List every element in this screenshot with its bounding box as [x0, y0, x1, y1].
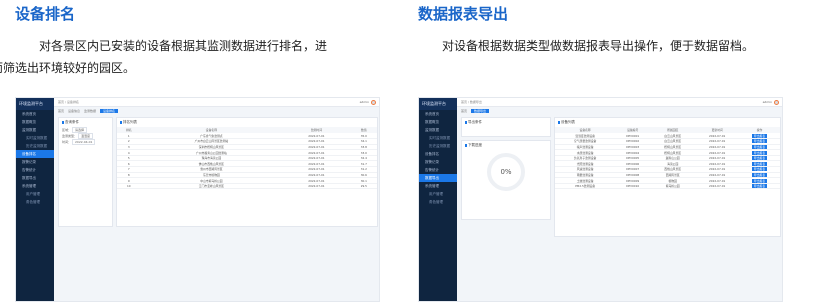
avatar[interactable] [371, 100, 376, 105]
export-report-button[interactable]: 导出报表 [751, 167, 768, 172]
sidebar-item[interactable]: 角色管理 [16, 198, 54, 206]
filter-title: 查询条件 [65, 120, 79, 124]
filter-card: 查询条件 区域： 请选择 监测类型： 温湿度 时间： 2022-04-01 [58, 117, 113, 227]
table-cell: DEV0010 [615, 183, 651, 190]
export-filter-card: 导出条件 [461, 117, 551, 137]
sidebar-item[interactable]: 系统管理 [16, 182, 54, 190]
export-screenshot: 环境监测平台 系统首页 数据概览 监测数据 实时监测数据 历史监测数据 设备排名 报警记录告… [418, 97, 783, 302]
tab[interactable]: 数据导出 [471, 109, 490, 113]
sidebar-item[interactable]: 设备排名 [16, 150, 54, 158]
export-report-button[interactable]: 导出报表 [751, 144, 768, 149]
table-cell: 2022-07-01 [282, 183, 351, 190]
tab[interactable]: 首页 [58, 109, 64, 113]
sidebar-item[interactable]: 系统管理 [419, 182, 457, 190]
ranking-table: 排名 设备名称 监测时间 数值 1 广东省气象监测点 2022-07-01 35.0 2 广州市… [117, 127, 377, 190]
table-cell: 导出报表 [739, 183, 780, 190]
app-logo: 环境监测平台 [419, 98, 457, 110]
export-report-button[interactable]: 导出报表 [751, 150, 768, 155]
tab[interactable]: 监测数据 [84, 109, 96, 113]
sidebar-item[interactable]: 数据概览 [419, 118, 457, 126]
sidebar-item[interactable]: 监测数据 [16, 126, 54, 134]
progress-title: 下载进度 [468, 143, 482, 147]
sidebar-item[interactable]: 监测数据 [419, 126, 457, 134]
sidebar: 环境监测平台 系统首页 数据概览 监测数据 实时监测数据 历史监测数据 设备排名 报警记录告… [419, 98, 457, 301]
sidebar-item[interactable]: 实时监测数据 [16, 134, 54, 142]
table-title: 排名列表 [123, 120, 137, 124]
export-report-button[interactable]: 导出报表 [751, 184, 768, 189]
sidebar-item[interactable]: 报警记录 [16, 158, 54, 166]
sidebar: 环境监测平台 系统首页 数据概览 监测数据 实时监测数据 历史监测数据 设备排名 报警记录告… [16, 98, 54, 301]
sidebar-item[interactable]: 告警统计 [419, 166, 457, 174]
sidebar-item[interactable]: 历史监测数据 [419, 142, 457, 150]
tab-bar: 首页 数据导出 [457, 108, 782, 115]
sidebar-item[interactable]: 设备排名 [419, 150, 457, 158]
top-bar: 首页 / 数据导出 admin [457, 98, 782, 107]
filter-row: 时间： 2022-04-01 [59, 139, 112, 145]
table-cell: 江门市圭峰山风景区 [140, 183, 283, 190]
export-report-button[interactable]: 导出报表 [751, 172, 768, 177]
table-cell: 紫马岭公园 [650, 183, 696, 190]
progress-ring: 0% [487, 153, 525, 191]
sidebar-item[interactable]: 报警记录 [419, 158, 457, 166]
table-cell: PM2.5监测设备 [555, 183, 616, 190]
tab[interactable]: 设备排名 [100, 109, 119, 113]
table-cell: 2022-07-01 [695, 183, 740, 190]
device-table: 设备名称 设备编号 所属园区 更新时间 操作 温湿度监测设备 DEV0001 白云山风景区 2… [555, 127, 780, 190]
table-row: 10 江门市圭峰山风景区 2022-07-01 29.5 [117, 183, 377, 190]
tab[interactable]: 首页 [461, 109, 467, 113]
export-report-button[interactable]: 导出报表 [751, 139, 768, 144]
export-report-button[interactable]: 导出报表 [751, 161, 768, 166]
user-name[interactable]: admin [360, 98, 369, 107]
ranking-screenshot: 环境监测平台 系统首页 数据概览 监测数据 实时监测数据 历史监测数据 设备排名 报警记录告… [15, 97, 380, 302]
sidebar-item[interactable]: 用户管理 [16, 190, 54, 198]
table-title: 设备列表 [561, 120, 575, 124]
table-row: PM2.5监测设备 DEV0010 紫马岭公园 2022-07-01 导出报表 [555, 183, 780, 190]
filter-label: 时间： [62, 140, 72, 144]
sidebar-item[interactable]: 系统首页 [16, 110, 54, 118]
section-title-ranking: 设备排名 [15, 5, 76, 23]
table-cell: 10 [117, 183, 141, 190]
table-cell: 29.5 [350, 183, 377, 190]
section-desc-ranking: 对各景区内已安装的设备根据其监测数据进行排名，进 而筛选出环境较好的园区。 [0, 39, 328, 75]
breadcrumb: 首页 / 数据导出 [461, 100, 482, 104]
filter-input[interactable]: 2022-04-01 [72, 139, 96, 145]
sidebar-item[interactable]: 数据导出 [16, 174, 54, 182]
sidebar-item[interactable]: 实时监测数据 [419, 134, 457, 142]
filter-label: 区域： [62, 128, 72, 132]
filter-title: 导出条件 [468, 120, 482, 124]
sidebar-item[interactable]: 告警统计 [16, 166, 54, 174]
tab[interactable]: 设备信息 [68, 109, 80, 113]
tab-bar: 首页 设备信息 监测数据 设备排名 [54, 108, 379, 115]
top-bar: 首页 / 设备排名 admin [54, 98, 379, 107]
avatar[interactable] [774, 100, 779, 105]
sidebar-item[interactable]: 数据导出 [419, 174, 457, 182]
progress-card: 下载进度 0% [461, 140, 551, 220]
breadcrumb: 首页 / 设备排名 [58, 100, 79, 104]
section-title-export: 数据报表导出 [418, 5, 509, 23]
sidebar-item[interactable]: 用户管理 [419, 190, 457, 198]
ranking-table-card: 排名列表 排名 设备名称 监测时间 数值 1 广东省气象监测点 2022-07-01 35.… [116, 117, 378, 227]
sidebar-item[interactable]: 系统首页 [419, 110, 457, 118]
user-name[interactable]: admin [763, 98, 772, 107]
filter-label: 监测类型： [62, 134, 78, 138]
device-table-card: 设备列表 设备名称 设备编号 所属园区 更新时间 操作 温湿度监测设备 DEV0001 白云… [554, 117, 781, 237]
export-report-button[interactable]: 导出报表 [751, 133, 768, 138]
sidebar-item[interactable]: 角色管理 [419, 198, 457, 206]
sidebar-item[interactable]: 历史监测数据 [16, 142, 54, 150]
sidebar-item[interactable]: 数据概览 [16, 118, 54, 126]
export-report-button[interactable]: 导出报表 [751, 178, 768, 183]
export-report-button[interactable]: 导出报表 [751, 156, 768, 161]
app-logo: 环境监测平台 [16, 98, 54, 110]
section-desc-export: 对设备根据数据类型做数据报表导出操作，便于数据留档。 [442, 39, 755, 53]
